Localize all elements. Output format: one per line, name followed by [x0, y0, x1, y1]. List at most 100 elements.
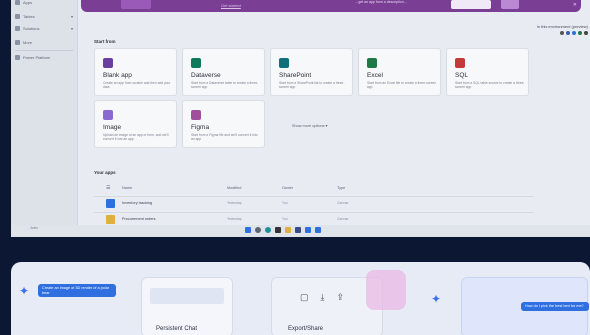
sidebar-item-label: Power Platform	[23, 55, 51, 60]
main-area: Get started ...get an app from a descrip…	[77, 0, 590, 237]
sql-icon	[455, 58, 465, 68]
store-icon[interactable]	[305, 227, 311, 233]
card-sql[interactable]: SQL Start from a SQL table source to cre…	[446, 48, 529, 96]
sharepoint-icon	[279, 58, 289, 68]
column-header-owner[interactable]: Owner	[282, 186, 293, 190]
taskbar-user: John	[30, 226, 38, 230]
folder-icon[interactable]	[285, 227, 291, 233]
card-desc: Start from an Excel file to create a thr…	[367, 81, 437, 89]
apps-icon	[15, 0, 20, 5]
start-icon[interactable]	[245, 227, 251, 233]
banner-text: ...get an app from a description...	[355, 0, 407, 4]
sparkle-icon: ✦	[431, 292, 442, 306]
app-icon[interactable]	[315, 227, 321, 233]
sidebar-item-solutions[interactable]: Solutions ▾	[15, 26, 73, 31]
sparkle-icon: ✦	[19, 284, 30, 298]
card-title: Figma	[191, 124, 210, 131]
avatar	[572, 31, 576, 35]
banner-link[interactable]: Get started	[221, 3, 241, 8]
app-name[interactable]: Procurement orders	[122, 217, 156, 221]
sidebar-item-apps[interactable]: Apps	[15, 0, 73, 5]
card-desc: Start from a SharePoint list to create a…	[279, 81, 345, 89]
sidebar-item-more[interactable]: More	[15, 40, 73, 45]
image-icon	[103, 110, 113, 120]
table-row[interactable]: Inventory tracking Yesterday You Canvas	[94, 196, 534, 211]
card-title: Dataverse	[191, 72, 221, 79]
card-sharepoint[interactable]: SharePoint Start from a SharePoint list …	[270, 48, 353, 96]
avatar	[578, 31, 582, 35]
sidebar-item-power-platform[interactable]: Power Platform	[15, 55, 73, 60]
sidebar-item-label: Tables	[23, 14, 35, 19]
chevron-down-icon: ▾	[70, 14, 73, 19]
banner-illustration	[451, 0, 491, 9]
figma-icon	[191, 110, 201, 120]
banner-illustration	[501, 0, 519, 9]
card-desc: Start from a SQL table source to create …	[455, 81, 525, 89]
sidebar-item-label: More	[23, 40, 33, 45]
avatar	[566, 31, 570, 35]
column-header-type[interactable]: Type	[337, 186, 345, 190]
question-bubble: How do I pick the best bed for me?	[521, 302, 589, 311]
excel-icon	[367, 58, 377, 68]
decor-shape	[366, 270, 406, 310]
app-icon	[106, 215, 115, 224]
caption-persistent-chat: Persistent Chat	[156, 326, 198, 332]
card-title: SharePoint	[279, 72, 312, 79]
column-header-name[interactable]: Name	[122, 186, 132, 190]
app-name[interactable]: Inventory tracking	[122, 201, 152, 205]
taskbar-icons	[245, 227, 321, 233]
prompt-bubble: Create an image of 3D render of a polar …	[38, 284, 116, 297]
sidebar-item-label: Solutions	[23, 26, 40, 31]
edit-icon[interactable]	[560, 31, 564, 35]
list-icon: ☰	[106, 185, 111, 191]
column-header-modified[interactable]: Modified	[227, 186, 241, 190]
card-figma[interactable]: Figma Start from a Figma file and we'll …	[182, 100, 265, 148]
card-image[interactable]: Image Upload an image of an app or form,…	[94, 100, 177, 148]
close-icon[interactable]: ✕	[573, 2, 577, 8]
your-apps-heading: Your apps	[94, 170, 116, 175]
export-icons: ▢⤓⇪	[300, 292, 357, 302]
card-blank-app[interactable]: Blank app Create an app from scratch and…	[94, 48, 177, 96]
search-icon[interactable]	[255, 227, 261, 233]
mail-icon[interactable]	[295, 227, 301, 233]
chat-preview	[150, 288, 224, 304]
show-more-options-link[interactable]: Show more options ▾	[292, 123, 327, 128]
app-owner: You	[282, 217, 288, 221]
card-desc: Upload an image of an app or form, and w…	[103, 133, 169, 141]
sidebar-item-label: Apps	[23, 0, 33, 5]
card-desc: Start from a Dataverse table to create a…	[191, 81, 259, 89]
chevron-down-icon: ▾	[70, 26, 73, 31]
caption-export-share: Export/Share	[288, 326, 324, 332]
app-type: Canvas	[337, 217, 349, 221]
card-excel[interactable]: Excel Start from an Excel file to create…	[358, 48, 441, 96]
start-from-heading: Start from	[94, 39, 116, 44]
avatar	[584, 31, 588, 35]
app-modified: Yesterday	[227, 201, 242, 205]
more-icon	[15, 40, 20, 45]
card-title: Blank app	[103, 72, 132, 79]
sidebar-item-tables[interactable]: Tables ▾	[15, 14, 73, 19]
environment-avatars	[560, 31, 588, 35]
card-title: Excel	[367, 72, 383, 79]
environment-label: In this environment (preview)	[536, 24, 588, 29]
card-desc: Start from a Figma file and we'll conver…	[191, 133, 258, 141]
card-desc: Create an app from scratch and then add …	[103, 81, 171, 89]
banner-illustration	[121, 0, 151, 9]
app-window: Apps Tables ▾ Solutions ▾ More Power Pla…	[11, 0, 590, 237]
feature-strip: ✦ Create an image of 3D render of a pola…	[11, 262, 590, 335]
task-view-icon[interactable]	[275, 227, 281, 233]
dataverse-icon	[191, 58, 201, 68]
promo-banner: Get started ...get an app from a descrip…	[81, 0, 581, 12]
solutions-icon	[15, 26, 20, 31]
app-type: Canvas	[337, 201, 349, 205]
card-title: SQL	[455, 72, 469, 79]
power-platform-icon	[15, 55, 20, 60]
sidebar: Apps Tables ▾ Solutions ▾ More Power Pla…	[11, 0, 78, 237]
edge-icon[interactable]	[265, 227, 271, 233]
card-title: Image	[103, 124, 122, 131]
divider	[15, 50, 73, 51]
table-icon	[15, 14, 20, 19]
app-icon	[106, 199, 115, 208]
card-dataverse[interactable]: Dataverse Start from a Dataverse table t…	[182, 48, 265, 96]
plus-icon	[103, 58, 113, 68]
